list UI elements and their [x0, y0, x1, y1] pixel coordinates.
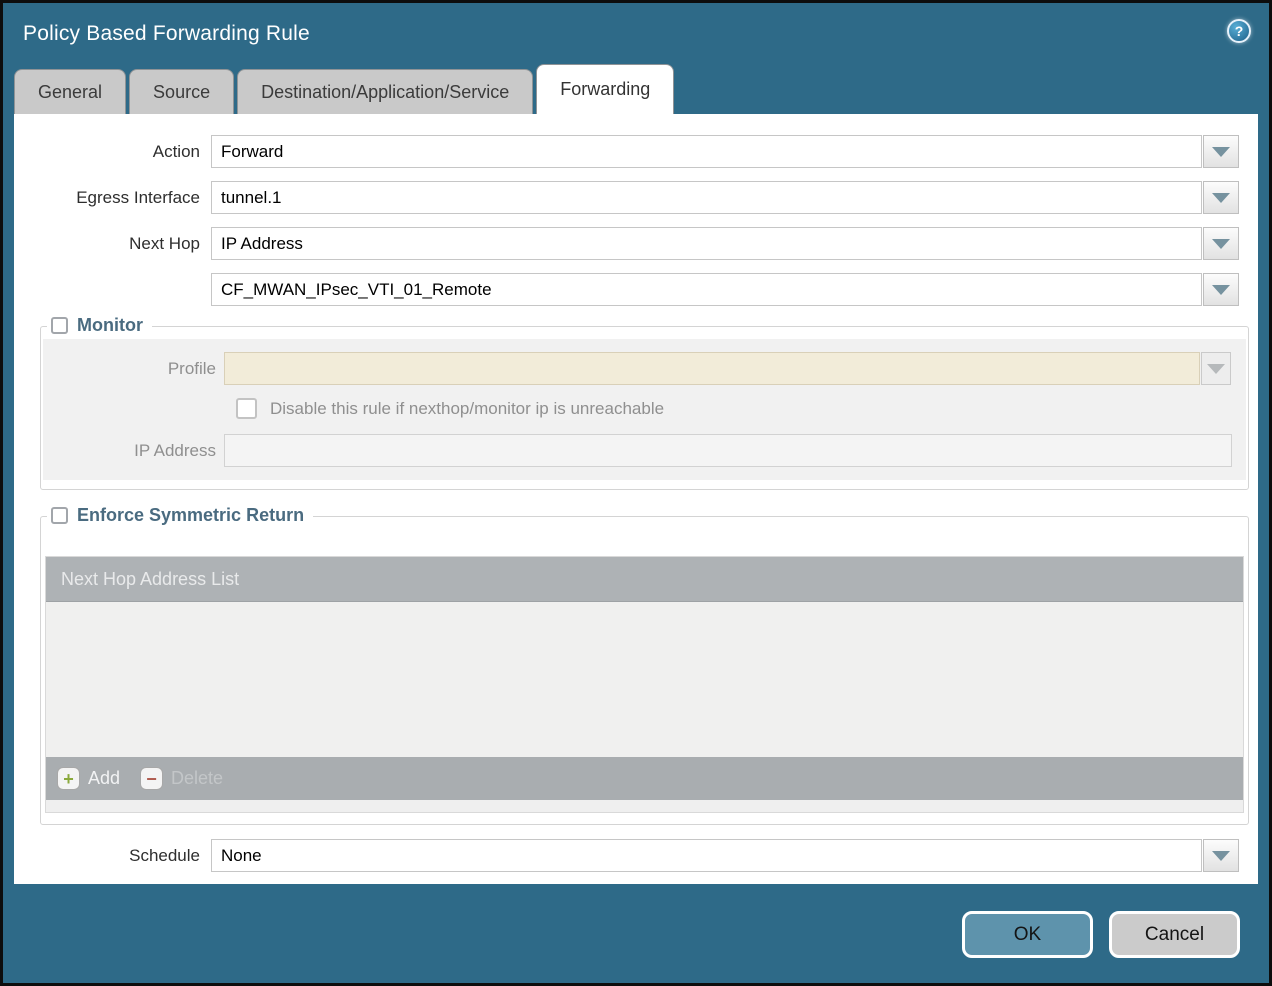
- chevron-down-icon: [1207, 364, 1225, 374]
- next-hop-address-list-table: Next Hop Address List + Add − Delete: [45, 556, 1244, 813]
- add-button-label: Add: [88, 768, 120, 789]
- chevron-down-icon: [1212, 239, 1230, 249]
- next-hop-address-combo: [211, 273, 1239, 306]
- profile-input: [224, 352, 1200, 385]
- monitor-panel: Profile Disable this rule if nexthop/mon…: [43, 339, 1246, 480]
- tab-source[interactable]: Source: [129, 69, 234, 114]
- next-hop-address-list-header: Next Hop Address List: [46, 557, 1243, 602]
- ok-button[interactable]: OK: [962, 911, 1093, 958]
- action-input[interactable]: [211, 135, 1202, 168]
- tab-general[interactable]: General: [14, 69, 126, 114]
- next-hop-address-row: [14, 273, 1258, 306]
- enforce-symmetric-return-fieldset: Enforce Symmetric Return Next Hop Addres…: [40, 516, 1249, 825]
- monitor-fieldset: Monitor Profile Disable this rule if nex…: [40, 326, 1249, 490]
- title-bar: Policy Based Forwarding Rule ?: [3, 3, 1269, 64]
- action-dropdown-button[interactable]: [1203, 135, 1239, 168]
- profile-dropdown-button: [1201, 352, 1231, 385]
- tab-source-label: Source: [153, 82, 210, 103]
- schedule-row: Schedule: [14, 839, 1258, 872]
- help-icon-glyph: ?: [1235, 23, 1244, 39]
- chevron-down-icon: [1212, 147, 1230, 157]
- next-hop-type-input[interactable]: [211, 227, 1202, 260]
- chevron-down-icon: [1212, 285, 1230, 295]
- tab-general-label: General: [38, 82, 102, 103]
- next-hop-address-dropdown-button[interactable]: [1203, 273, 1239, 306]
- monitor-legend: Monitor: [47, 315, 152, 336]
- next-hop-dropdown-button[interactable]: [1203, 227, 1239, 260]
- delete-button-label: Delete: [171, 768, 223, 789]
- egress-interface-dropdown-button[interactable]: [1203, 181, 1239, 214]
- next-hop-label: Next Hop: [14, 234, 211, 254]
- tab-forwarding-label: Forwarding: [560, 79, 650, 100]
- add-button[interactable]: + Add: [57, 767, 120, 790]
- help-icon[interactable]: ?: [1227, 19, 1251, 43]
- disable-rule-checkbox: [236, 398, 257, 419]
- next-hop-combo: [211, 227, 1239, 260]
- monitor-ip-address-row: IP Address: [43, 434, 1246, 467]
- dialog-title: Policy Based Forwarding Rule: [3, 3, 1269, 46]
- next-hop-row: Next Hop: [14, 227, 1258, 260]
- forwarding-tab-panel: Action Egress Interface Next Hop: [14, 114, 1258, 884]
- action-label: Action: [14, 142, 211, 162]
- minus-icon: −: [140, 767, 163, 790]
- next-hop-address-list-body[interactable]: [46, 602, 1243, 757]
- profile-label: Profile: [43, 359, 224, 379]
- dialog-footer: OK Cancel: [3, 884, 1269, 958]
- egress-interface-combo: [211, 181, 1239, 214]
- enforce-symmetric-return-label: Enforce Symmetric Return: [77, 505, 304, 526]
- enforce-symmetric-return-checkbox[interactable]: [51, 507, 68, 524]
- next-hop-address-input[interactable]: [211, 273, 1202, 306]
- egress-interface-row: Egress Interface: [14, 181, 1258, 214]
- tab-destination-label: Destination/Application/Service: [261, 82, 509, 103]
- enforce-symmetric-return-legend: Enforce Symmetric Return: [47, 505, 313, 526]
- monitor-checkbox[interactable]: [51, 317, 68, 334]
- schedule-label: Schedule: [14, 846, 211, 866]
- delete-button: − Delete: [140, 767, 223, 790]
- action-combo: [211, 135, 1239, 168]
- next-hop-address-list-header-label: Next Hop Address List: [61, 569, 239, 590]
- chevron-down-icon: [1212, 851, 1230, 861]
- disable-rule-label: Disable this rule if nexthop/monitor ip …: [270, 399, 664, 419]
- chevron-down-icon: [1212, 193, 1230, 203]
- tab-bar: General Source Destination/Application/S…: [3, 64, 1269, 114]
- egress-interface-input[interactable]: [211, 181, 1202, 214]
- disable-rule-row: Disable this rule if nexthop/monitor ip …: [236, 398, 1246, 419]
- schedule-combo: [211, 839, 1239, 872]
- action-row: Action: [14, 135, 1258, 168]
- monitor-ip-address-input: [224, 434, 1232, 467]
- schedule-dropdown-button[interactable]: [1203, 839, 1239, 872]
- pbf-rule-dialog: Policy Based Forwarding Rule ? General S…: [0, 0, 1272, 986]
- profile-row: Profile: [43, 352, 1246, 385]
- monitor-legend-label: Monitor: [77, 315, 143, 336]
- tab-destination-application-service[interactable]: Destination/Application/Service: [237, 69, 533, 114]
- next-hop-address-list-toolbar: + Add − Delete: [46, 757, 1243, 800]
- cancel-button[interactable]: Cancel: [1109, 911, 1240, 958]
- egress-interface-label: Egress Interface: [14, 188, 211, 208]
- schedule-input[interactable]: [211, 839, 1202, 872]
- plus-icon: +: [57, 767, 80, 790]
- tab-forwarding[interactable]: Forwarding: [536, 64, 674, 114]
- profile-combo: [224, 352, 1231, 385]
- monitor-ip-address-label: IP Address: [43, 441, 224, 461]
